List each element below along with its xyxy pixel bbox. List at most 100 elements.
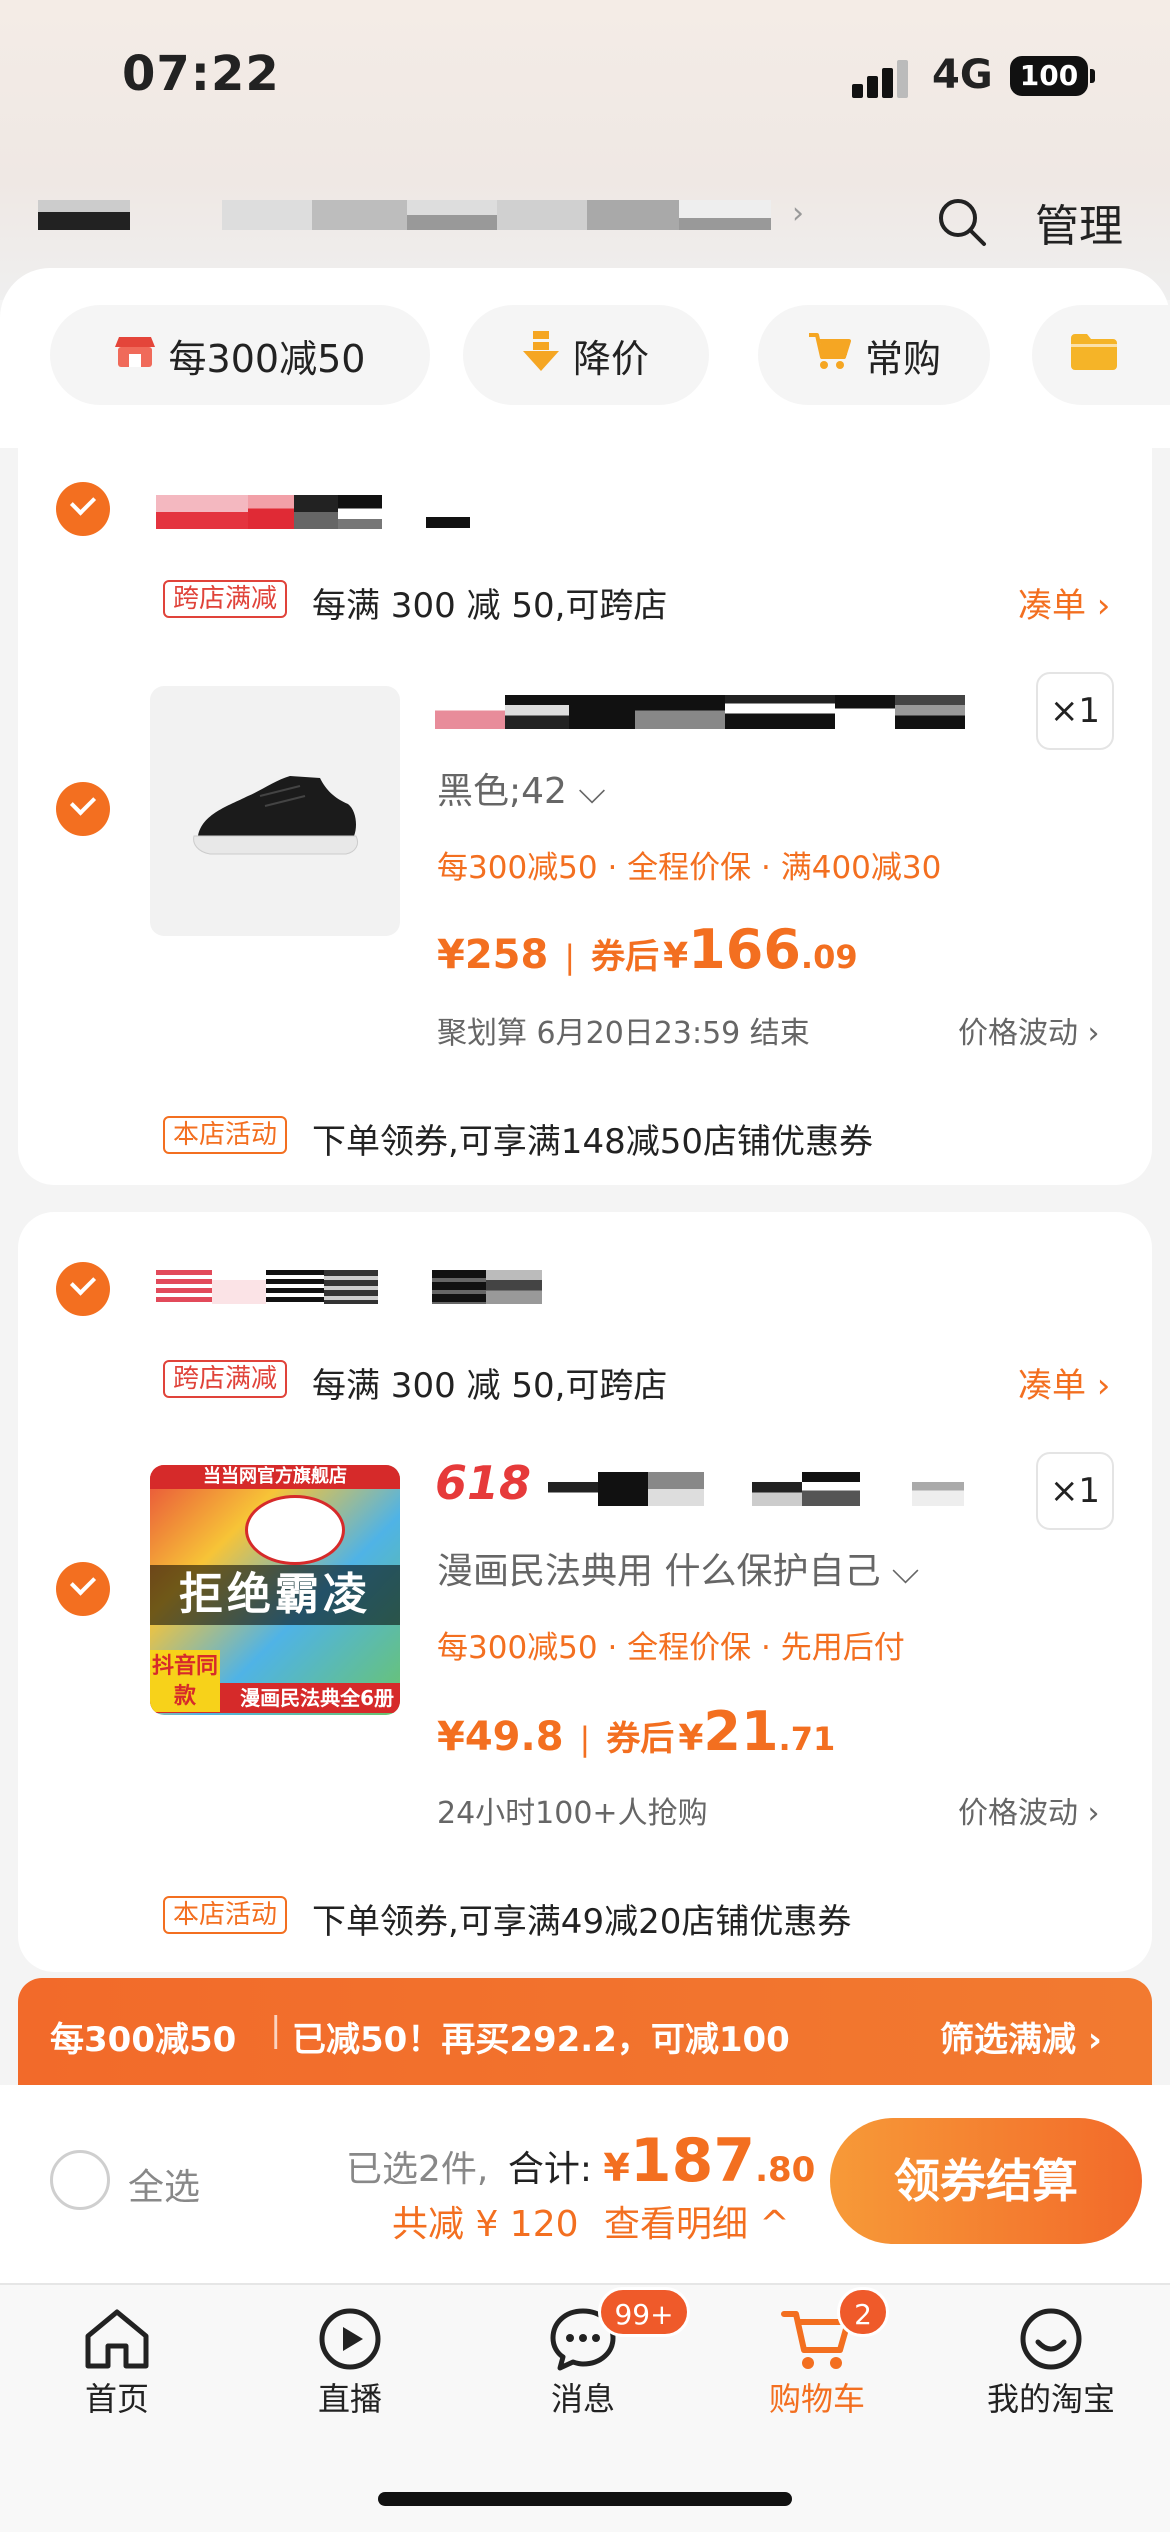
shop-checkbox[interactable] [56, 1262, 110, 1316]
discount-amount: 共减 ¥ 120 [392, 2204, 579, 2245]
sneaker-image [193, 776, 359, 855]
filter-chip-frequent[interactable]: 常购 [758, 305, 990, 405]
tab-label: 消息 [550, 2380, 615, 2418]
select-all-radio[interactable] [50, 2150, 110, 2210]
sales-info: 24小时100+人抢购 [437, 1796, 708, 1831]
total-label: 合计: [507, 2149, 592, 2190]
coupon-progress-bar[interactable]: 每300减50 | 已减50！再买292.2，可减100 筛选满减 › [18, 1978, 1152, 2088]
filter-full-reduction-link[interactable]: 筛选满减 › [940, 2012, 1102, 2061]
signal-icon [852, 58, 912, 98]
home-indicator [378, 2492, 792, 2506]
total-currency: ¥ [603, 2146, 630, 2190]
cou-dan-link[interactable]: 凑单 › [1018, 578, 1110, 627]
deal-info: 聚划算 6月20日23:59 结束 [437, 1016, 810, 1051]
shop-checkbox[interactable] [56, 482, 110, 536]
battery-icon: 100 [1010, 56, 1088, 96]
price-down-icon [522, 330, 559, 380]
divider: | [579, 1720, 591, 1758]
item-checkbox[interactable] [56, 1562, 110, 1616]
cross-store-text: 每满 300 减 50,可跨店 [312, 1366, 668, 1406]
cou-dan-link[interactable]: 凑单 › [1018, 1358, 1110, 1407]
view-details-link[interactable]: 查看明细 ^ [604, 2204, 790, 2245]
search-icon[interactable] [935, 195, 989, 249]
blurred-address [587, 200, 679, 230]
thumb-corner-badge: 抖音同款 [150, 1650, 220, 1712]
select-all-label[interactable]: 全选 [128, 2158, 200, 2210]
promo-tags: 每300减50 · 全程价保 · 满400减30 [437, 850, 942, 886]
cart-badge: 2 [837, 2287, 889, 2337]
blurred-address [38, 200, 130, 230]
network-type: 4G [932, 52, 993, 98]
quantity-button[interactable]: ×1 [1036, 672, 1114, 750]
tab-home[interactable]: 首页 [42, 2290, 192, 2440]
quantity-button[interactable]: ×1 [1036, 1452, 1114, 1530]
after-coupon-price-int: 21 [703, 1700, 779, 1763]
filter-chip-price-down[interactable]: 降价 [463, 305, 709, 405]
price-fluctuation-link[interactable]: 价格波动 › [958, 1008, 1100, 1052]
blurred-address [222, 200, 312, 230]
tab-label: 购物车 [768, 2380, 865, 2418]
price-row: ¥49.8 | 券后 ¥ 21 .71 [437, 1700, 835, 1763]
currency: ¥ [678, 1718, 704, 1759]
filter-chip-label: 每300减50 [168, 336, 366, 381]
tab-profile[interactable]: 我的淘宝 [976, 2290, 1126, 2440]
original-price: ¥258 [437, 932, 549, 978]
status-bar: 07:22 4G 100 [0, 0, 1170, 150]
tab-label: 首页 [84, 2380, 149, 2418]
total-int: 187 [629, 2126, 756, 2196]
cross-store-text: 每满 300 减 50,可跨店 [312, 586, 668, 626]
badge-618: 618 [435, 1456, 532, 1510]
store-activity-tag: 本店活动 [163, 1116, 288, 1154]
blurred-address [312, 200, 407, 230]
coupon-bar-progress: 已减50！再买292.2，可减100 [292, 2020, 790, 2060]
store-activity-tag: 本店活动 [163, 1896, 288, 1934]
home-icon [85, 2309, 149, 2369]
cross-store-tag: 跨店满减 [163, 1360, 288, 1398]
blurred-address [497, 200, 587, 230]
sku-selector[interactable]: 黑色;42 ⌵ [437, 762, 606, 814]
thumb-title: 拒绝霸凌 [150, 1565, 400, 1625]
price-fluctuation-link[interactable]: 价格波动 › [958, 1788, 1100, 1832]
filter-chip-cross-store[interactable]: 每300减50 [50, 305, 430, 405]
after-coupon-price-int: 166 [688, 918, 801, 981]
product-thumbnail[interactable]: 当当网官方旗舰店 拒绝霸凌 漫画民法典全6册 抖音同款 [150, 1465, 400, 1715]
total-dec: .80 [755, 2150, 816, 2190]
original-price: ¥49.8 [437, 1714, 564, 1760]
live-icon [319, 2308, 381, 2370]
after-coupon-label: 券后 [591, 937, 660, 977]
book-cover-badge [245, 1495, 345, 1565]
currency: ¥ [663, 936, 689, 977]
cross-store-tag: 跨店满减 [163, 580, 288, 618]
folder-icon [1071, 332, 1117, 379]
after-coupon-label: 券后 [606, 1719, 675, 1759]
after-coupon-price-dec: .71 [778, 1720, 836, 1758]
blurred-address [407, 200, 497, 230]
profile-icon [1020, 2308, 1082, 2370]
promo-tags: 每300减50 · 全程价保 · 先用后付 [437, 1630, 905, 1666]
cart-icon [807, 331, 851, 380]
thumb-shop-banner: 当当网官方旗舰店 [150, 1465, 400, 1489]
price-row: ¥258 | 券后 ¥ 166 .09 [437, 918, 858, 981]
coupon-bar-rule: 每300减50 [50, 2020, 237, 2060]
manage-button[interactable]: 管理 [1035, 190, 1123, 254]
messages-badge: 99+ [598, 2287, 690, 2337]
filter-chip-label: 常购 [864, 336, 941, 381]
discount-row[interactable]: 共减 ¥ 120 查看明细 ^ [392, 2195, 790, 2247]
store-icon [114, 333, 155, 378]
item-checkbox[interactable] [56, 782, 110, 836]
battery-tip [1090, 69, 1095, 83]
product-thumbnail[interactable] [150, 686, 400, 936]
tab-live[interactable]: 直播 [275, 2290, 425, 2440]
filter-chip-folder[interactable] [1032, 305, 1170, 405]
after-coupon-price-dec: .09 [800, 938, 858, 976]
store-activity-text[interactable]: 下单领券,可享满148减50店铺优惠券 [312, 1114, 873, 1163]
checkout-button[interactable]: 领券结算 [830, 2118, 1142, 2244]
selected-count-text: 已选2件, [346, 2149, 489, 2190]
sku-selector[interactable]: 漫画民法典用 什么保护自己 ⌵ [437, 1542, 919, 1594]
status-time: 07:22 [122, 46, 280, 102]
divider: | [564, 938, 576, 976]
blurred-address [679, 200, 771, 230]
divider: | [270, 2010, 282, 2050]
store-activity-text[interactable]: 下单领券,可享满49减20店铺优惠券 [312, 1894, 851, 1943]
tab-label: 我的淘宝 [986, 2380, 1115, 2418]
